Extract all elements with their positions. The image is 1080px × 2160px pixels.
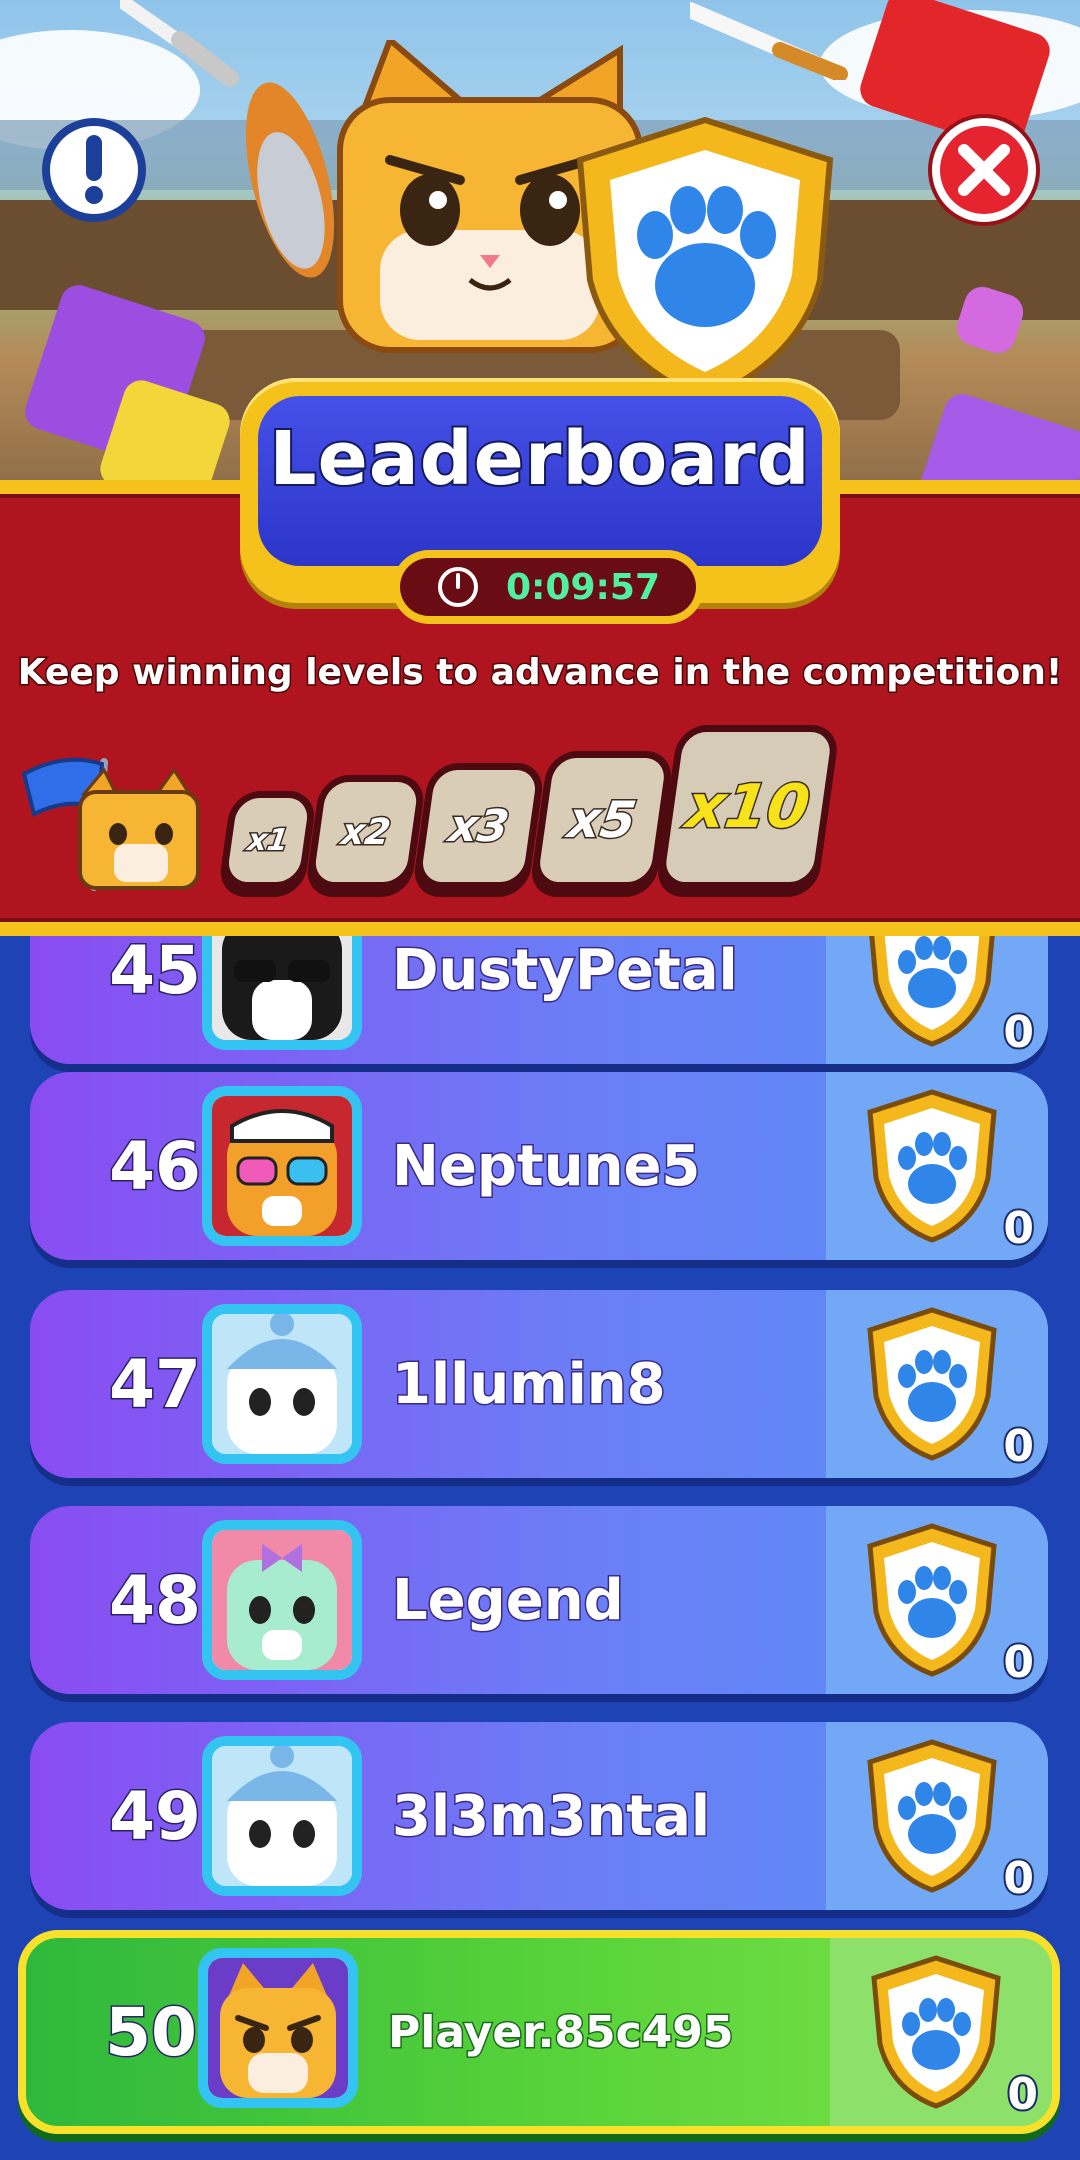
multiplier-x2: x2 bbox=[312, 782, 420, 882]
multiplier-x1: x1 bbox=[226, 798, 310, 882]
multiplier-x5: x5 bbox=[537, 758, 667, 882]
beanie-cat-avatar bbox=[212, 1746, 352, 1886]
score-value: 0 bbox=[1001, 1851, 1036, 1906]
multiplier-x10: x10 bbox=[663, 732, 833, 882]
avatar bbox=[202, 1520, 362, 1680]
avatar bbox=[202, 1304, 362, 1464]
leaderboard-row: 48 Legend 0 bbox=[30, 1506, 1048, 1694]
paw-shield bbox=[576, 116, 834, 404]
score-value: 0 bbox=[1001, 1005, 1036, 1060]
paw-shield-icon bbox=[869, 936, 995, 1047]
player-name: DustyPetal bbox=[391, 936, 740, 1004]
multiplier-x3: x3 bbox=[420, 770, 538, 882]
timer-text: 0:09:57 bbox=[505, 566, 661, 608]
timer-inner: 0:09:57 bbox=[400, 558, 696, 616]
score-value: 0 bbox=[1005, 2067, 1040, 2122]
close-button[interactable] bbox=[932, 118, 1036, 222]
close-icon bbox=[958, 144, 1010, 196]
player-name: Neptune5 bbox=[390, 1132, 701, 1200]
current-player-row: 50 Player.85c495 0 bbox=[18, 1930, 1060, 2134]
info-button[interactable] bbox=[42, 118, 146, 222]
player-name: 3l3m3ntal bbox=[390, 1782, 711, 1850]
player-name: 1llumin8 bbox=[391, 1350, 668, 1418]
rocket bbox=[120, 0, 239, 87]
leaderboard-row: 45 DustyPetal 0 bbox=[30, 936, 1048, 1064]
instruction-text: Keep winning levels to advance in the co… bbox=[16, 651, 1064, 695]
countdown-timer: 0:09:57 bbox=[392, 550, 704, 624]
mint-cat-avatar bbox=[212, 1530, 352, 1670]
title-inner: Leaderboard bbox=[258, 396, 822, 566]
leaderboard-list[interactable]: 45 DustyPetal 0 46 Neptune5 0 47 1llumin… bbox=[0, 936, 1080, 2160]
leaderboard-row: 49 3l3m3ntal 0 bbox=[30, 1722, 1048, 1910]
score-cell: 0 bbox=[826, 1072, 1048, 1260]
orange-cat-avatar bbox=[208, 1958, 348, 2098]
paw-shield-icon bbox=[867, 1523, 997, 1677]
score-cell: 0 bbox=[830, 1938, 1052, 2126]
score-value: 0 bbox=[1001, 1201, 1036, 1256]
avatar bbox=[202, 936, 362, 1050]
score-cell: 0 bbox=[826, 1722, 1048, 1910]
paw-shield-icon bbox=[871, 1955, 1001, 2109]
rocket bbox=[690, 2, 848, 80]
tuxedo-cat-avatar bbox=[212, 936, 352, 1040]
page-title: Leaderboard bbox=[267, 414, 811, 504]
multiplier-track: x1 x2 x3 x5 x10 bbox=[222, 720, 862, 900]
score-value: 0 bbox=[1001, 1635, 1036, 1690]
paw-shield-icon bbox=[867, 1307, 997, 1461]
paw-shield-icon bbox=[867, 1739, 997, 1893]
avatar bbox=[198, 1948, 358, 2108]
exclamation-icon bbox=[85, 135, 103, 204]
flag-cat-icon bbox=[21, 757, 200, 891]
score-cell: 0 bbox=[826, 936, 1048, 1064]
avatar bbox=[202, 1086, 362, 1246]
leaderboard-row: 46 Neptune5 0 bbox=[30, 1072, 1048, 1260]
leaderboard-row: 47 1llumin8 0 bbox=[30, 1290, 1048, 1478]
clock-icon bbox=[437, 567, 478, 607]
player-name: Legend bbox=[391, 1566, 626, 1634]
score-value: 0 bbox=[1001, 1419, 1036, 1474]
tiger-cat-avatar bbox=[212, 1096, 352, 1236]
avatar bbox=[202, 1736, 362, 1896]
score-cell: 0 bbox=[826, 1290, 1048, 1478]
beanie-cat-avatar bbox=[212, 1314, 352, 1454]
paw-shield-icon bbox=[867, 1089, 997, 1243]
score-cell: 0 bbox=[826, 1506, 1048, 1694]
player-name: Player.85c495 bbox=[387, 2005, 735, 2059]
